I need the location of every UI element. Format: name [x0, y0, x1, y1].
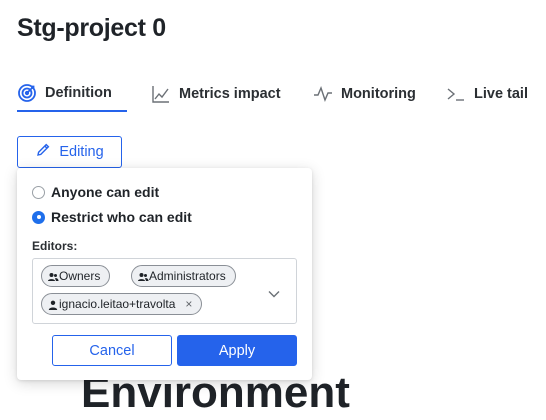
editor-chip-administrators-label: Administrators — [149, 269, 226, 283]
pencil-icon — [35, 142, 51, 162]
editor-chip-owners-label: Owners — [59, 269, 101, 283]
editor-chip-user-label: ignacio.leitao+travolta — [59, 297, 176, 311]
user-icon — [47, 299, 59, 314]
editors-select[interactable]: Owners Administrators ignacio.leitao+tra… — [32, 258, 297, 324]
tab-monitoring-label: Monitoring — [341, 86, 416, 102]
tab-monitoring[interactable]: Monitoring — [313, 76, 416, 112]
editors-label: Editors: — [32, 239, 78, 253]
tab-metrics-impact[interactable]: Metrics impact — [151, 76, 281, 112]
line-chart-icon — [151, 84, 171, 104]
remove-editor-icon[interactable]: × — [185, 297, 192, 311]
tab-live-tail[interactable]: Live tail — [446, 76, 528, 112]
group-icon — [47, 271, 59, 286]
target-icon — [17, 83, 37, 103]
cancel-button[interactable]: Cancel — [52, 335, 172, 366]
editing-button[interactable]: Editing — [17, 136, 122, 168]
group-icon — [137, 271, 149, 286]
tab-live-tail-label: Live tail — [474, 86, 528, 102]
tab-metrics-impact-label: Metrics impact — [179, 86, 281, 102]
radio-anyone-can-edit[interactable]: Anyone can edit — [32, 184, 159, 200]
tab-bar: Definition Metrics impact Monitoring Liv… — [17, 76, 546, 112]
tab-definition[interactable]: Definition — [17, 76, 127, 112]
radio-restrict-who-can-edit[interactable]: Restrict who can edit — [32, 209, 192, 225]
page-title: Stg-project 0 — [17, 14, 166, 42]
pulse-icon — [313, 84, 333, 104]
radio-checked-icon — [32, 210, 45, 224]
editor-chip-owners: Owners — [41, 265, 111, 287]
editing-button-label: Editing — [59, 144, 104, 160]
edit-permissions-popover: Anyone can edit Restrict who can edit Ed… — [17, 168, 312, 380]
radio-restrict-label: Restrict who can edit — [51, 209, 192, 225]
tab-definition-label: Definition — [45, 85, 112, 101]
apply-button[interactable]: Apply — [177, 335, 297, 366]
radio-unchecked-icon — [32, 185, 45, 199]
terminal-icon — [446, 84, 466, 104]
editor-chip-user: ignacio.leitao+travolta × — [41, 293, 203, 315]
chevron-down-icon[interactable] — [268, 285, 280, 303]
editor-chip-administrators: Administrators — [131, 265, 236, 287]
radio-anyone-can-edit-label: Anyone can edit — [51, 184, 160, 200]
